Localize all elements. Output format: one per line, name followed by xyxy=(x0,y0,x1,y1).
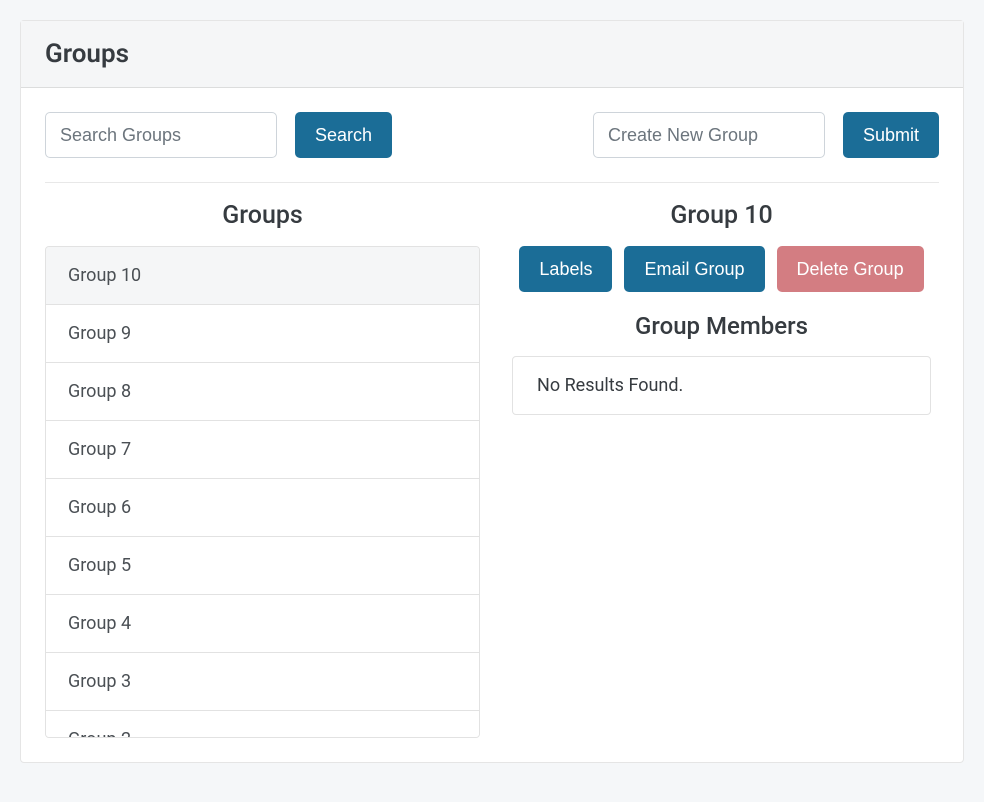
groups-column: Groups Group 10Group 9Group 8Group 7Grou… xyxy=(45,201,480,738)
list-item[interactable]: Group 3 xyxy=(46,653,479,711)
create-group: Submit xyxy=(593,112,939,158)
action-buttons: Labels Email Group Delete Group xyxy=(504,246,939,292)
members-title: Group Members xyxy=(504,312,939,340)
groups-list-title: Groups xyxy=(45,201,480,230)
card-body: Search Submit Groups Group 10Group 9Grou… xyxy=(21,88,963,762)
detail-column: Group 10 Labels Email Group Delete Group… xyxy=(504,201,939,738)
list-item[interactable]: Group 4 xyxy=(46,595,479,653)
email-group-button[interactable]: Email Group xyxy=(624,246,764,292)
selected-group-title: Group 10 xyxy=(504,201,939,230)
members-box: No Results Found. xyxy=(512,356,931,415)
labels-button[interactable]: Labels xyxy=(519,246,612,292)
list-item[interactable]: Group 10 xyxy=(46,247,479,305)
list-item[interactable]: Group 8 xyxy=(46,363,479,421)
page-title: Groups xyxy=(45,39,939,69)
create-input[interactable] xyxy=(593,112,825,158)
submit-button[interactable]: Submit xyxy=(843,112,939,158)
groups-card: Groups Search Submit Groups Group 10Grou… xyxy=(20,20,964,763)
no-results-text: No Results Found. xyxy=(537,375,683,396)
columns: Groups Group 10Group 9Group 8Group 7Grou… xyxy=(45,201,939,738)
list-item[interactable]: Group 2 xyxy=(46,711,479,738)
search-button[interactable]: Search xyxy=(295,112,392,158)
list-item[interactable]: Group 7 xyxy=(46,421,479,479)
delete-group-button[interactable]: Delete Group xyxy=(777,246,924,292)
list-item[interactable]: Group 6 xyxy=(46,479,479,537)
groups-list[interactable]: Group 10Group 9Group 8Group 7Group 6Grou… xyxy=(45,246,480,738)
list-item[interactable]: Group 5 xyxy=(46,537,479,595)
card-header: Groups xyxy=(21,21,963,88)
list-item[interactable]: Group 9 xyxy=(46,305,479,363)
search-input[interactable] xyxy=(45,112,277,158)
controls-row: Search Submit xyxy=(45,112,939,183)
search-group: Search xyxy=(45,112,392,158)
